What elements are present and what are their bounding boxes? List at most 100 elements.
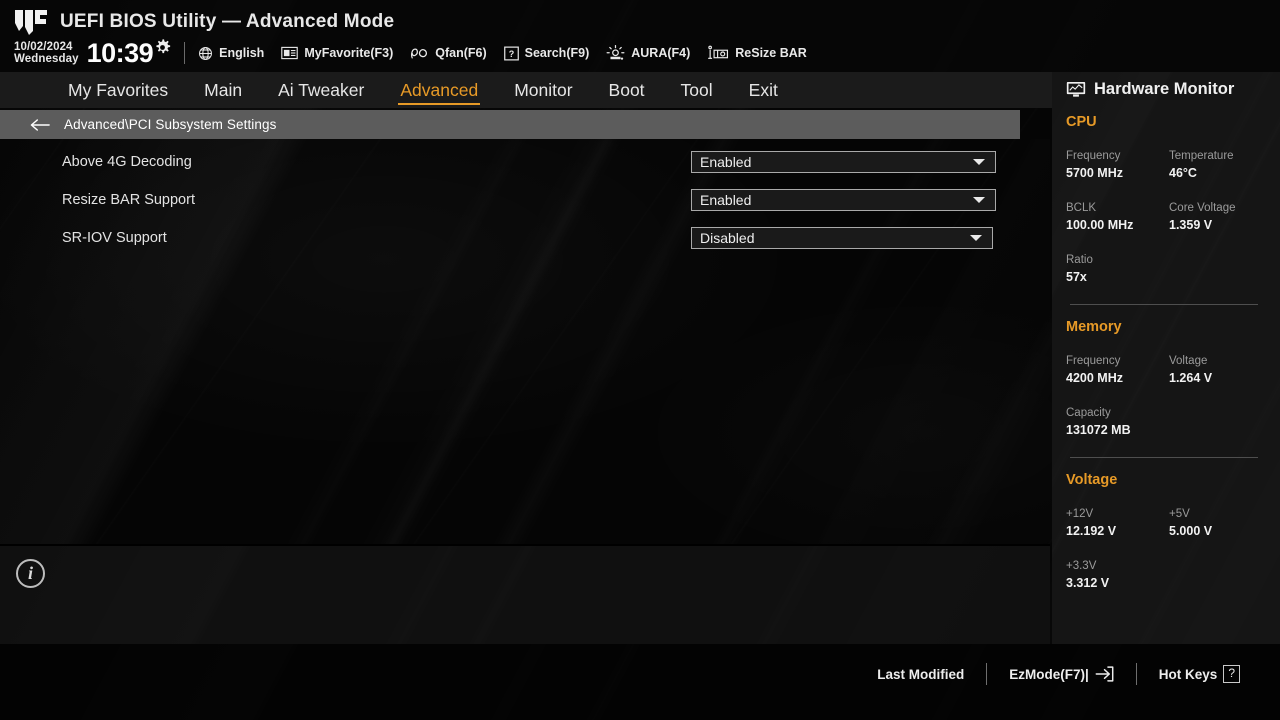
date-display: 10/02/2024 Wednesday: [14, 41, 79, 65]
tab-tool[interactable]: Tool: [663, 72, 731, 108]
help-panel: [0, 546, 1050, 644]
hwmon-key-3v3: +3.3V: [1066, 560, 1097, 572]
hotkeys-key-box: ?: [1223, 665, 1240, 683]
hwmon-value-cpu-ratio: 57x: [1066, 270, 1087, 284]
hwmon-field-memory-capacity: Capacity 131072 MB: [1066, 405, 1131, 439]
resizebar-icon: [707, 45, 729, 61]
hwmon-value-memory-voltage: 1.264 V: [1169, 371, 1213, 385]
tab-ai-tweaker[interactable]: Ai Tweaker: [260, 72, 382, 108]
hotkeys-button[interactable]: Hot Keys ?: [1137, 665, 1262, 683]
setting-row-above-4g-decoding: Above 4G Decoding Enabled: [0, 143, 1050, 181]
breadcrumb-path: Advanced\PCI Subsystem Settings: [64, 117, 277, 132]
hotkeys-label: Hot Keys: [1158, 666, 1218, 682]
hwmon-value-cpu-bclk: 100.00 MHz: [1066, 218, 1134, 232]
tab-advanced[interactable]: Advanced: [382, 72, 496, 108]
hwmon-key-cpu-core-voltage: Core Voltage: [1169, 202, 1236, 214]
hwmon-field-cpu-bclk: BCLK 100.00 MHz: [1066, 200, 1133, 234]
hwmon-field-cpu-ratio: Ratio 57x: [1066, 252, 1093, 286]
language-button[interactable]: English: [198, 46, 264, 61]
qfan-button[interactable]: Qfan(F6): [410, 46, 487, 61]
setting-label-resize-bar-support: Resize BAR Support: [62, 192, 195, 208]
qfan-icon: [410, 46, 429, 61]
tab-boot[interactable]: Boot: [591, 72, 663, 108]
hwmon-field-3v3: +3.3V 3.312 V: [1066, 558, 1109, 592]
tab-exit[interactable]: Exit: [731, 72, 796, 108]
hwmon-key-cpu-frequency: Frequency: [1066, 150, 1121, 162]
hwmon-key-12v: +12V: [1066, 508, 1094, 520]
hwmon-value-3v3: 3.312 V: [1066, 576, 1110, 590]
resize-bar-label: ReSize BAR: [735, 46, 807, 60]
setting-label-sr-iov-support: SR-IOV Support: [62, 230, 167, 246]
info-icon[interactable]: i: [16, 559, 45, 588]
page-title: UEFI BIOS Utility — Advanced Mode: [60, 11, 395, 32]
header-info-row: 10/02/2024 Wednesday 10:39 English MyFav…: [14, 38, 807, 68]
ezmode-button[interactable]: EzMode(F7)|: [987, 666, 1136, 682]
hwmon-divider-1: [1070, 304, 1258, 305]
search-label: Search(F9): [524, 46, 590, 60]
hwmon-key-cpu-bclk: BCLK: [1066, 202, 1097, 214]
settings-list: Above 4G Decoding Enabled Resize BAR Sup…: [0, 139, 1050, 544]
hwmon-key-5v: +5V: [1169, 508, 1190, 520]
setting-label-above-4g-decoding: Above 4G Decoding: [62, 154, 192, 170]
arrow-left-icon[interactable]: [30, 118, 50, 132]
aura-label: AURA(F4): [631, 46, 691, 60]
tab-my-favorites[interactable]: My Favorites: [50, 72, 186, 108]
hwmon-field-memory-frequency: Frequency 4200 MHz: [1066, 353, 1123, 387]
resize-bar-button[interactable]: ReSize BAR: [707, 45, 807, 61]
hwmon-field-5v: +5V 5.000 V: [1169, 506, 1212, 540]
qfan-label: Qfan(F6): [435, 46, 487, 60]
date-text: 10/02/2024: [14, 40, 73, 53]
dropdown-value-above-4g-decoding: Enabled: [700, 154, 752, 170]
globe-icon: [198, 46, 213, 61]
dropdown-value-resize-bar-support: Enabled: [700, 192, 752, 208]
chevron-down-icon: [970, 235, 982, 241]
aura-button[interactable]: AURA(F4): [606, 44, 691, 62]
myfavorite-button[interactable]: MyFavorite(F3): [281, 46, 393, 60]
last-modified-button[interactable]: Last Modified: [855, 667, 986, 682]
dropdown-resize-bar-support[interactable]: Enabled: [691, 189, 996, 211]
myfavorite-label: MyFavorite(F3): [304, 46, 394, 60]
gear-icon[interactable]: [154, 38, 171, 68]
tuf-gaming-logo-icon: [14, 9, 48, 35]
last-modified-label: Last Modified: [877, 666, 965, 682]
hwmon-key-memory-frequency: Frequency: [1066, 355, 1121, 367]
chevron-down-icon: [973, 197, 985, 203]
title-row: UEFI BIOS Utility — Advanced Mode: [14, 9, 394, 35]
footer-bar: Last Modified EzMode(F7)| Hot Keys ? V: [0, 644, 1280, 720]
breadcrumb[interactable]: Advanced\PCI Subsystem Settings: [0, 110, 1020, 139]
hardware-monitor-title: Hardware Monitor: [1066, 80, 1234, 99]
hwmon-key-memory-voltage: Voltage: [1169, 355, 1208, 367]
hwmon-section-memory: Memory: [1066, 319, 1122, 335]
ezmode-label: EzMode(F7)|: [1009, 666, 1089, 682]
tab-main[interactable]: Main: [186, 72, 260, 108]
dropdown-sr-iov-support[interactable]: Disabled: [691, 227, 993, 249]
hwmon-value-cpu-frequency: 5700 MHz: [1066, 166, 1123, 180]
hardware-monitor-panel: Hardware Monitor CPU Frequency 5700 MHz …: [1052, 72, 1280, 644]
hardware-monitor-title-text: Hardware Monitor: [1094, 80, 1235, 98]
hwmon-section-cpu: CPU: [1066, 114, 1097, 130]
footer-actions: Last Modified EzMode(F7)| Hot Keys ?: [855, 663, 1262, 685]
header-bar: UEFI BIOS Utility — Advanced Mode 10/02/…: [0, 0, 1280, 72]
hwmon-value-cpu-temperature: 46°C: [1169, 166, 1197, 180]
hwmon-field-cpu-temperature: Temperature 46°C: [1169, 148, 1234, 182]
search-button[interactable]: ? Search(F9): [503, 46, 590, 61]
tab-monitor[interactable]: Monitor: [496, 72, 590, 108]
chevron-down-icon: [973, 159, 985, 165]
hwmon-divider-2: [1070, 457, 1258, 458]
hwmon-value-5v: 5.000 V: [1169, 524, 1213, 538]
hwmon-value-12v: 12.192 V: [1066, 524, 1117, 538]
clock-text: 10:39: [86, 38, 154, 68]
myfavorite-icon: [281, 46, 299, 60]
header-shortcuts: English MyFavorite(F3) Qfan(F6) ? Search…: [198, 44, 807, 62]
hwmon-field-cpu-core-voltage: Core Voltage 1.359 V: [1169, 200, 1236, 234]
dropdown-above-4g-decoding[interactable]: Enabled: [691, 151, 996, 173]
help-panel-texture: [0, 546, 1050, 644]
dropdown-value-sr-iov-support: Disabled: [700, 230, 755, 246]
question-box-icon: ?: [503, 46, 519, 61]
language-label: English: [219, 46, 265, 60]
weekday-text: Wednesday: [14, 52, 79, 65]
hwmon-key-memory-capacity: Capacity: [1066, 407, 1111, 419]
svg-text:?: ?: [508, 48, 514, 58]
bios-screen: UEFI BIOS Utility — Advanced Mode 10/02/…: [0, 0, 1280, 720]
setting-row-sr-iov-support: SR-IOV Support Disabled: [0, 219, 1050, 257]
